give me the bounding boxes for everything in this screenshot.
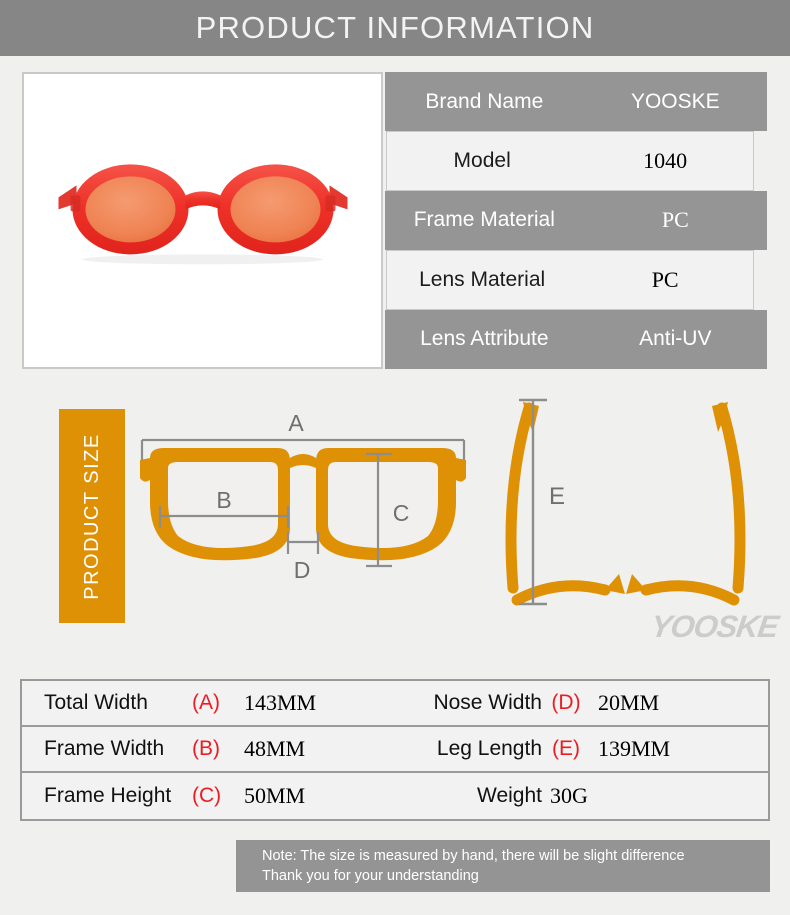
spec-label: Model <box>453 149 511 173</box>
glasses-temple-shape <box>505 402 746 606</box>
spec-value: 1040 <box>643 148 688 174</box>
dimension-D-line <box>286 532 320 554</box>
dimension-label-A: A <box>288 410 304 436</box>
measurements-table: Total Width (A) 143MM Nose Width (D) 20M… <box>20 679 770 821</box>
sunglasses-photo <box>58 163 347 264</box>
measure-value: 48MM <box>244 736 306 761</box>
spec-row: Lens Attribute Anti-UV <box>385 309 767 369</box>
spec-label: Frame Material <box>413 208 555 232</box>
spec-row: Lens Material PC <box>386 250 754 310</box>
spec-row: Brand Name YOOSKE <box>385 72 767 132</box>
measure-value: 50MM <box>244 783 306 808</box>
dimension-label-E: E <box>549 483 565 510</box>
measure-name: Weight <box>477 784 542 807</box>
measure-name: Frame Width <box>44 737 165 760</box>
size-note-bar: Note: The size is measured by hand, ther… <box>236 840 770 892</box>
table-row: Frame Height (C) 50MM Weight 30G <box>22 773 768 819</box>
measure-name: Frame Height <box>44 784 172 807</box>
measure-letter: (A) <box>192 691 220 714</box>
measure-name: Leg Length <box>436 737 542 760</box>
measure-value: 143MM <box>244 690 317 715</box>
front-view-diagram: A B C D <box>140 410 466 583</box>
product-photo-box <box>22 72 383 369</box>
spec-label: Brand Name <box>425 89 544 113</box>
table-row: Frame Width (B) 48MM Leg Length (E) 139M… <box>22 727 768 773</box>
table-row: Total Width (A) 143MM Nose Width (D) 20M… <box>22 681 768 727</box>
dimension-label-D: D <box>294 557 311 583</box>
dimension-label-C: C <box>393 500 410 526</box>
product-overview-section: Brand Name YOOSKE Model 1040 Frame Mater… <box>0 56 790 378</box>
measure-name: Nose Width <box>433 691 542 714</box>
spec-label: Lens Attribute <box>420 327 549 351</box>
page-title: PRODUCT INFORMATION <box>195 10 595 45</box>
measure-letter: (D) <box>551 691 581 714</box>
page-header: PRODUCT INFORMATION <box>0 0 790 56</box>
product-size-banner: PRODUCT SIZE <box>59 409 125 623</box>
spec-value: YOOSKE <box>630 89 720 113</box>
measure-name: Total Width <box>44 691 148 714</box>
spec-value: Anti-UV <box>639 327 712 351</box>
spec-value: PC <box>651 266 679 292</box>
measure-value: 139MM <box>598 736 671 761</box>
measure-value: 30G <box>550 783 588 808</box>
spec-row: Frame Material PC <box>385 190 767 251</box>
spec-value: PC <box>661 207 689 233</box>
glasses-front-shape <box>140 448 466 561</box>
measure-letter: (B) <box>192 737 220 760</box>
product-size-section: PRODUCT SIZE A B C D E YOOSKE <box>0 378 790 673</box>
specification-table: Brand Name YOOSKE Model 1040 Frame Mater… <box>385 72 767 369</box>
dimension-label-B: B <box>216 487 231 513</box>
measure-letter: (E) <box>552 737 580 760</box>
note-line-1: Note: The size is measured by hand, ther… <box>262 848 685 864</box>
temple-view-diagram: E <box>505 398 746 606</box>
spec-row: Model 1040 <box>386 131 754 191</box>
note-line-2: Thank you for your understanding <box>262 868 479 884</box>
measure-letter: (C) <box>192 784 222 807</box>
spec-label: Lens Material <box>419 267 546 291</box>
product-size-banner-label: PRODUCT SIZE <box>80 432 103 600</box>
measure-value: 20MM <box>598 690 660 715</box>
